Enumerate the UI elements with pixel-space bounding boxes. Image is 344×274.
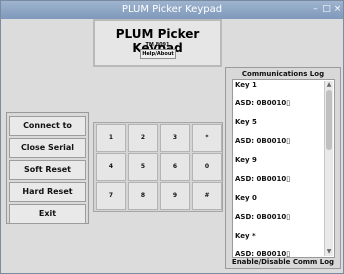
key-hash[interactable]: # xyxy=(192,182,222,210)
log-line: Key 5 xyxy=(235,118,257,126)
hard-reset-button[interactable]: Hard Reset xyxy=(9,182,86,202)
communications-panel: Communications Log Key 1 ASD: 0B0010▯ Ke… xyxy=(225,67,341,269)
comm-log-scrollbar[interactable]: ▲ ▼ xyxy=(324,81,333,256)
maximize-button[interactable]: □ xyxy=(321,4,332,15)
key-star[interactable]: * xyxy=(192,124,222,152)
command-panel: Connect to Serial Close Serial Comm Soft… xyxy=(6,112,89,224)
key-8[interactable]: 8 xyxy=(128,182,158,210)
close-window-button[interactable]: × xyxy=(332,4,343,15)
help-about-button[interactable]: Help/About xyxy=(140,49,176,59)
key-4[interactable]: 4 xyxy=(96,153,126,181)
log-line: Key 1 xyxy=(235,81,257,89)
key-7[interactable]: 7 xyxy=(96,182,126,210)
log-line: ASD: 0B0010▯ xyxy=(235,137,291,145)
log-line: Key * xyxy=(235,232,256,240)
exit-button[interactable]: Exit xyxy=(9,204,86,224)
log-line: ASD: 0B0010▯ xyxy=(235,250,291,258)
keypad-grid: 1 2 3 * 4 5 6 0 7 8 9 # xyxy=(93,122,223,212)
minimize-button[interactable]: – xyxy=(310,4,321,15)
key-3[interactable]: 3 xyxy=(160,124,190,152)
log-line: ASD: 0B0010▯ xyxy=(235,175,291,183)
model-number: TM 8091 xyxy=(145,42,170,48)
comm-log-title: Communications Log xyxy=(241,70,325,78)
log-line: Key 9 xyxy=(235,156,257,164)
app-window: PLUM Picker Keypad – □ × PLUM Picker Key… xyxy=(0,0,344,274)
log-line: ASD: 0B0010▯ xyxy=(235,99,291,107)
log-line: ASD: 0B0010▯ xyxy=(235,213,291,221)
scroll-up-arrow-icon[interactable]: ▲ xyxy=(325,81,333,89)
window-title: PLUM Picker Keypad xyxy=(121,4,223,15)
close-serial-button[interactable]: Close Serial Comm xyxy=(9,138,86,170)
soft-reset-button[interactable]: Soft Reset xyxy=(9,160,86,180)
scroll-down-arrow-icon[interactable]: ▼ xyxy=(325,248,333,256)
log-line: Key 0 xyxy=(235,194,257,202)
scroll-thumb[interactable] xyxy=(326,90,332,150)
key-1[interactable]: 1 xyxy=(96,124,126,152)
title-bar: PLUM Picker Keypad – □ × xyxy=(1,1,343,19)
key-0[interactable]: 0 xyxy=(192,153,222,181)
key-9[interactable]: 9 xyxy=(160,182,190,210)
key-2[interactable]: 2 xyxy=(128,124,158,152)
key-6[interactable]: 6 xyxy=(160,153,190,181)
toggle-comm-log-button[interactable]: Enable/Disable Comm Log xyxy=(226,258,340,266)
comm-log-textarea[interactable]: Key 1 ASD: 0B0010▯ Key 5 ASD: 0B0010▯ Ke… xyxy=(232,79,335,258)
key-5[interactable]: 5 xyxy=(128,153,158,181)
connect-serial-button[interactable]: Connect to Serial xyxy=(9,116,86,148)
header-panel: PLUM Picker Keypad TM 8091 Help/About xyxy=(93,19,222,67)
